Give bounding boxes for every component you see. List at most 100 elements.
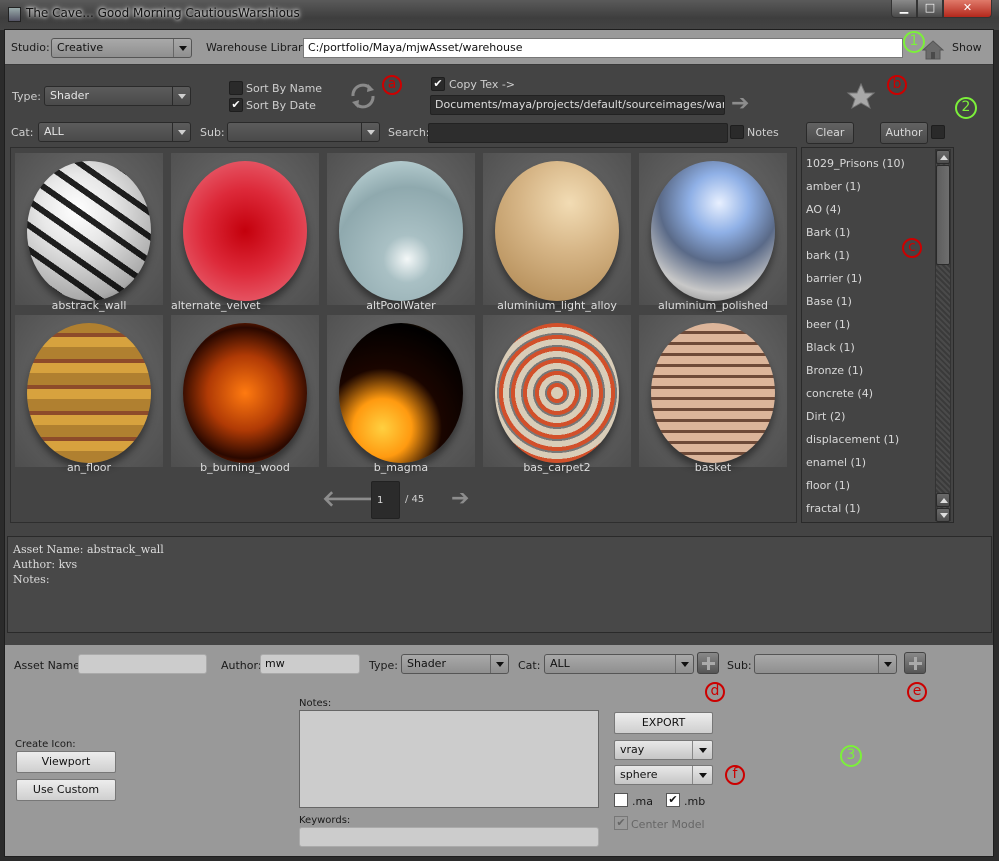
category-item[interactable]: fractal (1) bbox=[806, 502, 860, 515]
notes-label: Notes bbox=[747, 126, 779, 139]
asset-label: basket bbox=[694, 461, 732, 474]
show-button[interactable]: Show bbox=[952, 41, 982, 54]
export-type-dropdown[interactable]: Shader bbox=[401, 654, 509, 674]
asset-thumbnail[interactable] bbox=[483, 153, 631, 305]
scroll-down-button[interactable] bbox=[936, 508, 950, 522]
keywords-input[interactable] bbox=[299, 827, 599, 847]
type-value: Shader bbox=[50, 89, 89, 102]
category-item[interactable]: amber (1) bbox=[806, 180, 861, 193]
export-sub-dropdown[interactable] bbox=[754, 654, 897, 674]
scroll-thumb[interactable] bbox=[936, 165, 950, 265]
category-item[interactable]: AO (4) bbox=[806, 203, 841, 216]
warehouse-library-path-input[interactable]: C:/portfolio/Maya/mjwAsset/warehouse bbox=[303, 38, 903, 58]
clear-button[interactable]: Clear bbox=[806, 122, 854, 144]
category-item[interactable]: displacement (1) bbox=[806, 433, 899, 446]
scroll-up-button[interactable] bbox=[936, 493, 950, 507]
favorite-star-icon[interactable] bbox=[846, 82, 876, 110]
category-item[interactable]: concrete (4) bbox=[806, 387, 873, 400]
asset-thumbnail[interactable] bbox=[327, 315, 475, 467]
asset-label: an_floor bbox=[66, 461, 112, 474]
cat-label: Cat: bbox=[11, 126, 34, 139]
close-button[interactable]: ✕ bbox=[943, 0, 992, 18]
add-category-button[interactable] bbox=[697, 652, 719, 674]
viewport-button[interactable]: Viewport bbox=[16, 751, 116, 773]
info-notes: Notes: bbox=[13, 573, 50, 586]
category-item[interactable]: barrier (1) bbox=[806, 272, 862, 285]
page-number-input[interactable]: 1 bbox=[371, 481, 400, 519]
ma-checkbox[interactable] bbox=[614, 793, 628, 807]
author-button[interactable]: Author bbox=[880, 122, 928, 144]
asset-thumbnail[interactable] bbox=[327, 153, 475, 305]
asset-label: bas_carpet2 bbox=[523, 461, 591, 474]
category-item[interactable]: enamel (1) bbox=[806, 456, 866, 469]
asset-thumbnail[interactable] bbox=[171, 315, 319, 467]
center-model-checkbox[interactable]: ✔ bbox=[614, 816, 628, 830]
asset-thumbnail[interactable] bbox=[171, 153, 319, 305]
alt-pool-water-preview bbox=[339, 161, 463, 301]
aluminium-polished-preview bbox=[651, 161, 775, 301]
asset-thumbnail[interactable] bbox=[639, 153, 787, 305]
home-icon[interactable] bbox=[921, 40, 945, 60]
annotation-b: b bbox=[887, 75, 907, 95]
category-item[interactable]: 1029_Prisons (10) bbox=[806, 157, 905, 170]
asset-name-label: Asset Name: bbox=[14, 659, 84, 672]
search-input[interactable] bbox=[428, 123, 728, 143]
basket-preview bbox=[651, 323, 775, 463]
sub-label: Sub: bbox=[200, 126, 225, 139]
category-item[interactable]: Base (1) bbox=[806, 295, 852, 308]
category-item[interactable]: beer (1) bbox=[806, 318, 850, 331]
export-cat-dropdown[interactable]: ALL bbox=[544, 654, 694, 674]
scroll-up-button[interactable] bbox=[936, 150, 950, 164]
category-item[interactable]: Bark (1) bbox=[806, 226, 850, 239]
preview-shape-dropdown[interactable]: sphere bbox=[614, 765, 713, 785]
category-item[interactable]: Black (1) bbox=[806, 341, 855, 354]
bas-carpet2-preview bbox=[495, 323, 619, 463]
use-custom-button[interactable]: Use Custom bbox=[16, 779, 116, 801]
annotation-f: f bbox=[725, 765, 745, 785]
asset-name-input[interactable] bbox=[78, 654, 207, 674]
notes-checkbox[interactable] bbox=[730, 125, 744, 139]
search-label: Search: bbox=[388, 126, 430, 139]
category-item[interactable]: floor (1) bbox=[806, 479, 850, 492]
export-button[interactable]: EXPORT bbox=[614, 712, 713, 734]
notes-textarea[interactable] bbox=[299, 710, 599, 808]
sub-dropdown[interactable] bbox=[227, 122, 380, 142]
asset-thumbnail[interactable] bbox=[15, 315, 163, 467]
arrow-right-icon[interactable]: ➔ bbox=[731, 91, 749, 116]
asset-thumbnail[interactable] bbox=[15, 153, 163, 305]
asset-label: abstrack_wall bbox=[51, 299, 127, 312]
center-model-label: Center Model bbox=[631, 818, 705, 831]
info-author: Author: kvs bbox=[13, 558, 78, 571]
mb-checkbox[interactable]: ✔ bbox=[666, 793, 680, 807]
sort-by-date-checkbox[interactable]: ✔ bbox=[229, 98, 243, 112]
export-cat-value: ALL bbox=[550, 657, 570, 670]
copy-tex-checkbox[interactable]: ✔ bbox=[431, 77, 445, 91]
export-sub-label: Sub: bbox=[727, 659, 752, 672]
category-item[interactable]: Dirt (2) bbox=[806, 410, 845, 423]
export-cat-label: Cat: bbox=[518, 659, 541, 672]
chevron-down-icon bbox=[692, 766, 712, 784]
cat-dropdown[interactable]: ALL bbox=[38, 122, 191, 142]
author-input[interactable]: mw bbox=[260, 654, 360, 674]
studio-dropdown[interactable]: Creative bbox=[51, 38, 192, 58]
copy-tex-path-input[interactable]: Documents/maya/projects/default/sourceim… bbox=[430, 95, 725, 115]
author-checkbox[interactable] bbox=[931, 125, 945, 139]
maximize-button[interactable]: □ bbox=[917, 0, 943, 18]
sort-by-name-checkbox[interactable] bbox=[229, 81, 243, 95]
mb-label: .mb bbox=[684, 795, 706, 808]
refresh-icon[interactable] bbox=[348, 82, 378, 110]
asset-thumbnail[interactable] bbox=[483, 315, 631, 467]
minimize-button[interactable]: ▁ bbox=[891, 0, 917, 18]
next-page-icon[interactable]: ➔ bbox=[451, 486, 469, 511]
chevron-down-icon bbox=[172, 87, 190, 105]
asset-label: aluminium_light_alloy bbox=[497, 299, 617, 312]
create-icon-label: Create Icon: bbox=[15, 739, 76, 750]
category-item[interactable]: Bronze (1) bbox=[806, 364, 863, 377]
renderer-dropdown[interactable]: vray bbox=[614, 740, 713, 760]
category-item[interactable]: bark (1) bbox=[806, 249, 850, 262]
type-dropdown[interactable]: Shader bbox=[44, 86, 191, 106]
add-subcategory-button[interactable] bbox=[904, 652, 926, 674]
keywords-label: Keywords: bbox=[299, 815, 351, 826]
annotation-e: e bbox=[907, 682, 927, 702]
asset-thumbnail[interactable] bbox=[639, 315, 787, 467]
